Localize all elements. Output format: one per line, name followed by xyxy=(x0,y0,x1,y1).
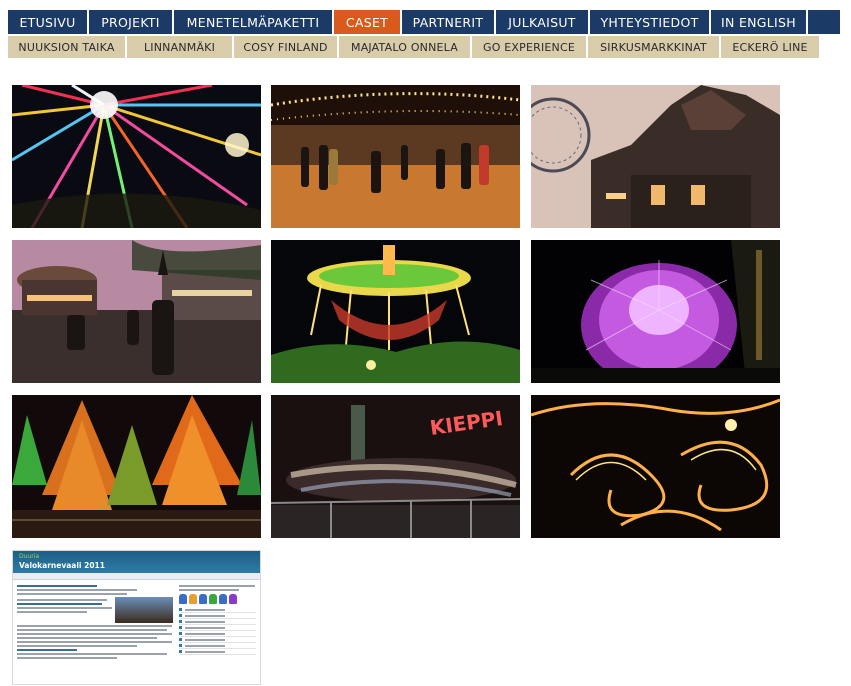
subnav-majatalo-onnela[interactable]: MAJATALO ONNELA xyxy=(339,36,470,58)
doc-body xyxy=(13,580,260,664)
nav-filler xyxy=(808,10,840,34)
photo-fire-swirls[interactable] xyxy=(531,395,780,538)
photo-performers[interactable] xyxy=(12,240,261,383)
nav-caset[interactable]: CASET xyxy=(334,10,400,34)
nav-projekti[interactable]: PROJEKTI xyxy=(89,10,172,34)
photo-ferris-wheel[interactable] xyxy=(12,85,261,228)
lit-trees-icon xyxy=(12,395,261,538)
doc-sidebar xyxy=(178,583,256,661)
doc-title: Valokarnevaali 2011 xyxy=(19,561,105,570)
nav-yhteystiedot[interactable]: YHTEYSTIEDOT xyxy=(590,10,709,34)
amusement-building-icon xyxy=(531,85,780,228)
doc-photo xyxy=(115,597,173,623)
subnav-nuuksion-taika[interactable]: NUUKSION TAIKA xyxy=(8,36,125,58)
doc-tabs xyxy=(13,573,260,580)
nav-partnerit[interactable]: PARTNERIT xyxy=(402,10,494,34)
ferris-wheel-lights-icon xyxy=(12,85,261,228)
doc-site-label: Duuria xyxy=(19,553,40,560)
subnav-cosy-finland[interactable]: COSY FINLAND xyxy=(234,36,337,58)
photo-ice-skating[interactable] xyxy=(271,85,520,228)
nav-menetelmapaketti[interactable]: MENETELMÄPAKETTI xyxy=(174,10,332,34)
doc-main-column xyxy=(17,583,175,661)
document-preview-thumbnail[interactable]: Duuria Valokarnevaali 2011 xyxy=(12,550,261,685)
nav-etusivu[interactable]: ETUSIVU xyxy=(8,10,87,34)
subnav-eckero-line[interactable]: ECKERÖ LINE xyxy=(721,36,819,58)
photo-light-dome[interactable] xyxy=(531,240,780,383)
kieppi-ride-icon: KIEPPI xyxy=(271,395,520,538)
subnav-go-experience[interactable]: GO EXPERIENCE xyxy=(472,36,586,58)
secondary-nav: NUUKSION TAIKA LINNANMÄKI COSY FINLAND M… xyxy=(8,36,821,58)
swing-carousel-icon xyxy=(271,240,520,383)
nav-julkaisut[interactable]: JULKAISUT xyxy=(496,10,588,34)
photo-swing-ride[interactable] xyxy=(271,240,520,383)
photo-kieppi[interactable]: KIEPPI xyxy=(271,395,520,538)
photo-gallery: KIEPPI Duuria Valokarnevaali 2011 xyxy=(12,85,782,685)
nav-in-english[interactable]: IN ENGLISH xyxy=(711,10,806,34)
ice-skaters-icon xyxy=(271,85,520,228)
primary-nav: ETUSIVU PROJEKTI MENETELMÄPAKETTI CASET … xyxy=(8,10,840,34)
doc-header: Duuria Valokarnevaali 2011 xyxy=(13,551,260,573)
subnav-sirkusmarkkinat[interactable]: SIRKUSMARKKINAT xyxy=(588,36,719,58)
carousel-performers-icon xyxy=(12,240,261,383)
fire-swirls-icon xyxy=(531,395,780,538)
subnav-linnanmaki[interactable]: LINNANMÄKI xyxy=(127,36,232,58)
photo-lit-trees[interactable] xyxy=(12,395,261,538)
purple-light-dome-icon xyxy=(531,240,780,383)
photo-building[interactable] xyxy=(531,85,780,228)
